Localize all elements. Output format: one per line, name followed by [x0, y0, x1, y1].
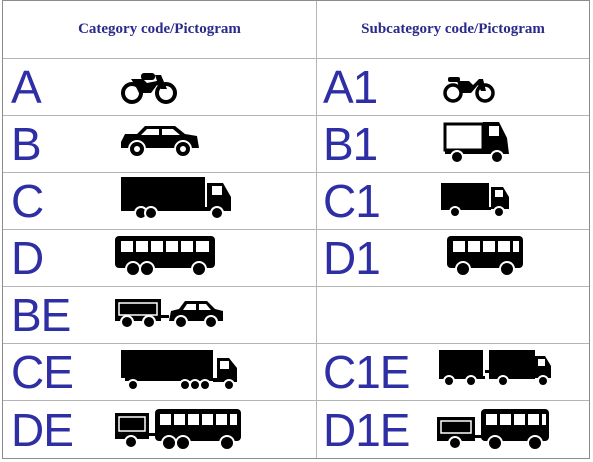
category-code: A — [11, 61, 42, 113]
license-category-table: Category code/Pictogram Subcategory code… — [2, 0, 590, 459]
light-vehicle-icon — [443, 120, 511, 166]
table-row: C C1 — [3, 173, 589, 229]
category-code: B — [11, 118, 42, 170]
subcategory-code: B1 — [323, 118, 378, 170]
category-code: CE — [11, 346, 74, 398]
table-row: D D1 — [3, 230, 589, 286]
small-truck-icon — [439, 181, 511, 219]
category-code: BE — [11, 289, 71, 341]
subcategory-code: D1E — [323, 403, 410, 456]
subcategory-code: A1 — [323, 61, 378, 113]
minibus-with-trailer-icon — [435, 407, 553, 453]
table-row: DE D1E — [3, 401, 589, 458]
car-icon — [119, 124, 201, 160]
table-row: BE — [3, 287, 589, 343]
truck-icon — [119, 175, 233, 221]
subcategory-header: Subcategory code/Pictogram — [361, 21, 545, 37]
bus-with-trailer-icon — [113, 407, 243, 453]
subcategory-code: D1 — [323, 232, 381, 284]
category-code: D — [11, 232, 44, 284]
minibus-icon — [445, 234, 527, 278]
subcategory-code: C1 — [323, 175, 381, 227]
car-with-trailer-icon — [113, 297, 225, 331]
category-code: C — [11, 175, 44, 227]
table-row: A A1 — [3, 59, 589, 115]
table-row: B B1 — [3, 116, 589, 172]
table-row: CE C1E — [3, 344, 589, 400]
motorcycle-icon — [121, 67, 177, 105]
category-code: DE — [11, 403, 74, 456]
category-header: Category code/Pictogram — [78, 21, 241, 37]
small-truck-with-trailer-icon — [437, 348, 555, 392]
bus-icon — [113, 234, 219, 278]
subcategory-code: C1E — [323, 346, 410, 398]
articulated-truck-icon — [119, 348, 241, 394]
light-motorcycle-icon — [443, 71, 495, 103]
